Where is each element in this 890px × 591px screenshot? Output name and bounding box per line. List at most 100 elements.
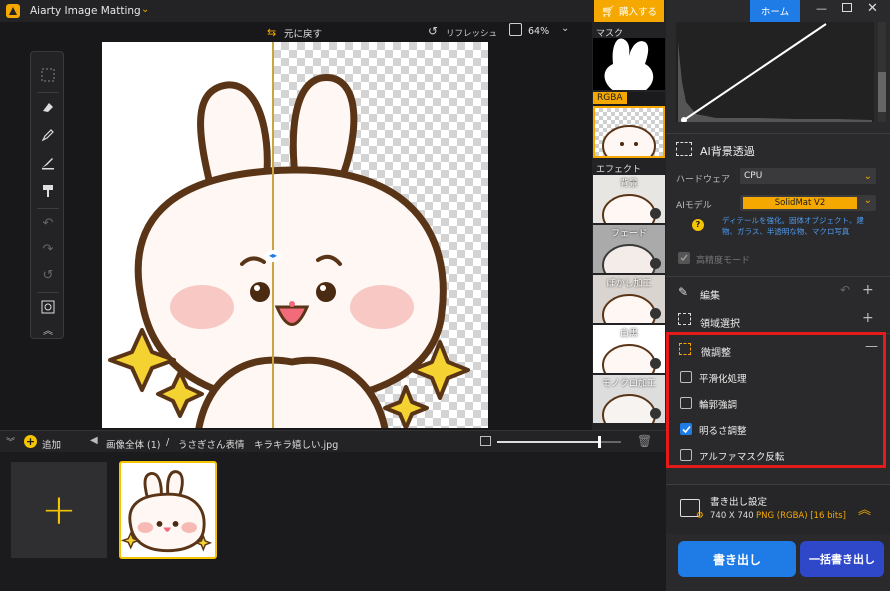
brightness-label: 明るさ調整	[699, 426, 747, 437]
effect-badge-icon	[650, 308, 661, 319]
eraser-icon[interactable]	[31, 96, 65, 118]
export-format: PNG (RGBA) [16 bits]	[756, 511, 846, 521]
brush-icon[interactable]	[31, 124, 65, 146]
effect-label: エフェクト	[596, 165, 642, 175]
model-label: AIモデル	[676, 201, 712, 211]
region-expand-icon[interactable]: +	[862, 310, 874, 326]
alpha-invert-label: アルファマスク反転	[699, 452, 785, 463]
effect-label-3: 白黒	[619, 329, 638, 339]
compare-divider[interactable]	[272, 42, 274, 428]
chevron-down-icon: ⌄	[863, 195, 872, 206]
app-logo-icon	[6, 4, 20, 18]
redo-tool-icon[interactable]: ↷	[31, 238, 65, 260]
fine-tune-section: 微調整 — 平滑化処理 輪郭強調 明るさ調整 アルファマスク反転	[666, 332, 886, 468]
region-select-icon	[678, 313, 691, 325]
add-label[interactable]: 追加	[42, 437, 61, 451]
minimize-icon[interactable]: —	[816, 2, 827, 15]
model-select[interactable]: SolidMat V2 ⌄	[740, 195, 876, 211]
file-name: うさぎさん表情 キラキラ嬉しい.jpg	[178, 440, 339, 451]
batch-export-button[interactable]: 一括書き出し	[800, 541, 884, 577]
zoom-icon[interactable]	[509, 23, 522, 36]
image-canvas[interactable]: ◂▸	[102, 42, 488, 428]
curve-graph[interactable]	[676, 22, 874, 122]
file-bar: ︾ + 追加 ◀ 画像全体 (1) / うさぎさん表情 キラキラ嬉しい.jpg …	[0, 430, 666, 452]
smoothing-label: 平滑化処理	[699, 374, 747, 385]
alpha-invert-checkbox[interactable]	[680, 449, 692, 461]
close-icon[interactable]: ✕	[867, 1, 878, 16]
graph-scrollbar[interactable]	[878, 22, 886, 122]
chevron-down-icon: ⌄	[863, 170, 872, 182]
undo-tool-icon[interactable]: ↶	[31, 212, 65, 234]
rgba-label-bar: RGBA	[593, 92, 665, 106]
select-tool-icon[interactable]	[31, 64, 65, 86]
settings-panel: ホーム — ✕ AI背景透過 ハードウェア CPU ⌄ AIモデル SolidM…	[666, 0, 890, 591]
edit-undo-icon[interactable]: ↶	[840, 283, 850, 297]
effect-thumb-mono[interactable]: モノクロ加工	[593, 375, 665, 423]
edit-expand-icon[interactable]: +	[862, 282, 874, 298]
canvas-area: ⇆ 元に戻す ↺ リフレッシュ 64% ⌄ ↶ ↷ ↺ ︽ ◂▸	[0, 22, 592, 430]
collapse-tools-icon[interactable]: ︽	[31, 318, 65, 340]
hq-mode-label: 高精度モード	[696, 256, 751, 266]
reset-tool-icon[interactable]: ↺	[31, 264, 65, 286]
rgba-thumbnail[interactable]	[593, 106, 665, 158]
effect-badge-icon	[650, 258, 661, 269]
edge-enhance-checkbox[interactable]	[680, 397, 692, 409]
edit-label[interactable]: 編集	[700, 287, 720, 302]
help-icon[interactable]: ?	[692, 219, 704, 231]
hardware-label: ハードウェア	[676, 175, 731, 185]
mask-thumbnail[interactable]	[593, 38, 665, 90]
thumb-size-slider[interactable]	[497, 436, 621, 448]
smoothing-checkbox[interactable]	[680, 371, 692, 383]
collapse-icon[interactable]: ︾	[6, 435, 15, 448]
hardware-select[interactable]: CPU ⌄	[740, 168, 876, 184]
export-title: 書き出し設定	[710, 497, 768, 508]
export-settings[interactable]: ⚙ 書き出し設定 740 X 740 PNG (RGBA) [16 bits] …	[666, 484, 890, 534]
hq-mode-checkbox[interactable]	[678, 252, 690, 264]
back-arrow-icon[interactable]: ◀	[90, 435, 98, 446]
effect-thumb-background[interactable]: 背景	[593, 175, 665, 223]
refresh-icon[interactable]: ↺	[428, 24, 438, 38]
effect-thumb-blur[interactable]: ぼかし加工	[593, 275, 665, 323]
home-button[interactable]: ホーム	[750, 0, 800, 22]
paint-roller-icon[interactable]	[31, 180, 65, 202]
add-icon[interactable]: +	[24, 435, 37, 448]
add-image-tile[interactable]: +	[11, 462, 107, 558]
restore-brush-icon[interactable]	[31, 152, 65, 174]
plus-icon: +	[41, 485, 77, 534]
brightness-checkbox[interactable]	[680, 423, 692, 435]
effect-thumb-fade[interactable]: フェード	[593, 225, 665, 273]
maximize-icon[interactable]	[842, 3, 852, 12]
model-description: ディテールを強化。固体オブジェクト、建物、ガラス、半透明な物、マクロ写真	[722, 216, 864, 236]
tool-strip: ↶ ↷ ↺ ︽	[30, 51, 64, 339]
effect-label-2: ぼかし加工	[606, 279, 652, 289]
refresh-button[interactable]: リフレッシュ	[446, 27, 497, 39]
region-label[interactable]: 領域選択	[700, 315, 740, 330]
crumb-all[interactable]: 画像全体 (1)	[106, 437, 160, 451]
undo-icon[interactable]: ⇆	[267, 26, 276, 39]
app-title: Aiarty Image Matting	[30, 5, 141, 17]
zoom-value[interactable]: 64%	[528, 26, 549, 37]
fit-view-icon[interactable]	[31, 296, 65, 318]
buy-button[interactable]: 🛒︎ 購入する	[594, 0, 664, 22]
export-settings-icon: ⚙	[680, 499, 704, 521]
image-thumbnail[interactable]	[119, 461, 217, 559]
undo-button[interactable]: 元に戻す	[284, 26, 322, 40]
fine-tune-icon	[679, 343, 691, 355]
export-expand-icon[interactable]: ︽	[858, 499, 871, 518]
edit-icon: ✎	[678, 285, 689, 299]
effect-thumb-white[interactable]: 白黒	[593, 325, 665, 373]
slider-handle[interactable]	[597, 436, 601, 448]
chevron-down-icon[interactable]: ⌄	[141, 4, 149, 15]
export-button[interactable]: 書き出し	[678, 541, 796, 577]
zoom-chevron-icon[interactable]: ⌄	[561, 23, 569, 34]
effect-label-1: フェード	[610, 229, 647, 239]
effect-label-0: 背景	[619, 179, 638, 189]
thumbnail-strip: +	[0, 452, 666, 591]
trash-icon[interactable]: 🗑︎	[637, 434, 652, 448]
hardware-value: CPU	[744, 171, 763, 181]
compare-handle-icon[interactable]: ◂▸	[265, 250, 281, 262]
edge-enhance-label: 輪郭強調	[699, 400, 738, 411]
fine-tune-collapse-icon[interactable]: —	[865, 339, 878, 354]
rgba-label: RGBA	[593, 92, 627, 104]
fine-tune-label[interactable]: 微調整	[701, 344, 731, 359]
